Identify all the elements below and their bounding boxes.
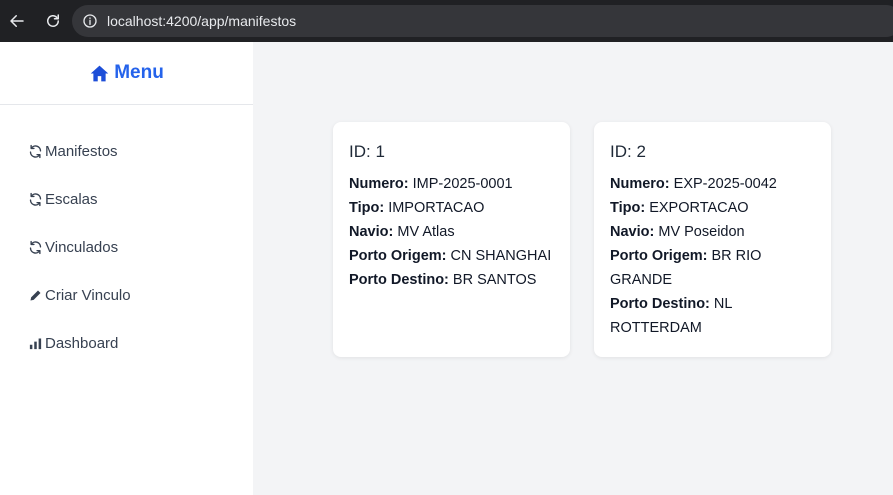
url-text[interactable]: localhost:4200/app/manifestos bbox=[107, 13, 296, 29]
refresh-icon bbox=[27, 143, 43, 159]
browser-toolbar: localhost:4200/app/manifestos bbox=[0, 0, 893, 42]
sidebar-item-manifestos[interactable]: Manifestos bbox=[0, 127, 253, 175]
card-title: ID: 2 bbox=[610, 142, 646, 161]
field-numero: Numero: IMP-2025-0001 bbox=[349, 172, 554, 196]
field-label: Porto Origem: bbox=[610, 248, 708, 264]
sidebar-nav: Manifestos Escalas Vinculados Criar Vinc… bbox=[0, 105, 253, 367]
reload-icon bbox=[47, 14, 59, 27]
refresh-icon bbox=[27, 239, 43, 255]
pencil-icon bbox=[27, 287, 43, 303]
field-label: Numero: bbox=[349, 176, 409, 192]
sidebar-header: Menu bbox=[0, 42, 253, 105]
bar-chart-icon bbox=[27, 335, 43, 351]
manifesto-card[interactable]: ID: 1 Numero: IMP-2025-0001 Tipo: IMPORT… bbox=[333, 122, 570, 357]
sidebar: Menu Manifestos Escalas Vinculados Criar… bbox=[0, 42, 253, 495]
home-icon bbox=[90, 65, 109, 81]
field-label: Porto Destino: bbox=[349, 272, 449, 288]
menu-title: Menu bbox=[114, 62, 164, 83]
sidebar-item-criar-vinculo[interactable]: Criar Vinculo bbox=[0, 271, 253, 319]
field-numero: Numero: EXP-2025-0042 bbox=[610, 172, 815, 196]
field-value: CN SHANGHAI bbox=[450, 248, 552, 264]
sidebar-item-escalas[interactable]: Escalas bbox=[0, 175, 253, 223]
field-label: Tipo: bbox=[610, 200, 646, 216]
field-navio: Navio: MV Atlas bbox=[349, 220, 554, 244]
field-navio: Navio: MV Poseidon bbox=[610, 220, 815, 244]
reload-button[interactable] bbox=[40, 8, 66, 34]
field-label: Navio: bbox=[610, 224, 655, 240]
field-porto-destino: Porto Destino: NL ROTTERDAM bbox=[610, 292, 815, 340]
sidebar-item-dashboard[interactable]: Dashboard bbox=[0, 319, 253, 367]
field-value: EXP-2025-0042 bbox=[673, 176, 777, 192]
field-value: EXPORTACAO bbox=[649, 200, 749, 216]
sidebar-item-label: Escalas bbox=[45, 190, 98, 208]
field-value: BR SANTOS bbox=[452, 272, 537, 288]
menu-brand[interactable]: Menu bbox=[89, 62, 164, 84]
sidebar-item-label: Dashboard bbox=[45, 334, 119, 352]
field-tipo: Tipo: EXPORTACAO bbox=[610, 196, 815, 220]
field-porto-origem: Porto Origem: CN SHANGHAI bbox=[349, 244, 554, 268]
sidebar-item-vinculados[interactable]: Vinculados bbox=[0, 223, 253, 271]
manifesto-card[interactable]: ID: 2 Numero: EXP-2025-0042 Tipo: EXPORT… bbox=[594, 122, 831, 357]
field-porto-origem: Porto Origem: BR RIO GRANDE bbox=[610, 244, 815, 292]
address-bar[interactable]: localhost:4200/app/manifestos bbox=[72, 5, 893, 37]
field-porto-destino: Porto Destino: BR SANTOS bbox=[349, 268, 554, 292]
arrow-left-icon bbox=[10, 15, 24, 27]
field-label: Porto Destino: bbox=[610, 296, 710, 312]
field-value: MV Atlas bbox=[397, 224, 455, 240]
field-label: Navio: bbox=[349, 224, 394, 240]
field-value: IMP-2025-0001 bbox=[412, 176, 513, 192]
field-label: Porto Origem: bbox=[349, 248, 447, 264]
field-value: IMPORTACAO bbox=[388, 200, 485, 216]
field-tipo: Tipo: IMPORTACAO bbox=[349, 196, 554, 220]
card-title: ID: 1 bbox=[349, 142, 385, 161]
sidebar-item-label: Manifestos bbox=[45, 142, 118, 160]
info-circle-icon[interactable] bbox=[82, 13, 98, 29]
sidebar-item-label: Criar Vinculo bbox=[45, 286, 131, 304]
field-label: Numero: bbox=[610, 176, 670, 192]
sidebar-item-label: Vinculados bbox=[45, 238, 119, 256]
refresh-icon bbox=[27, 191, 43, 207]
back-button[interactable] bbox=[4, 8, 30, 34]
field-label: Tipo: bbox=[349, 200, 385, 216]
field-value: MV Poseidon bbox=[658, 224, 745, 240]
